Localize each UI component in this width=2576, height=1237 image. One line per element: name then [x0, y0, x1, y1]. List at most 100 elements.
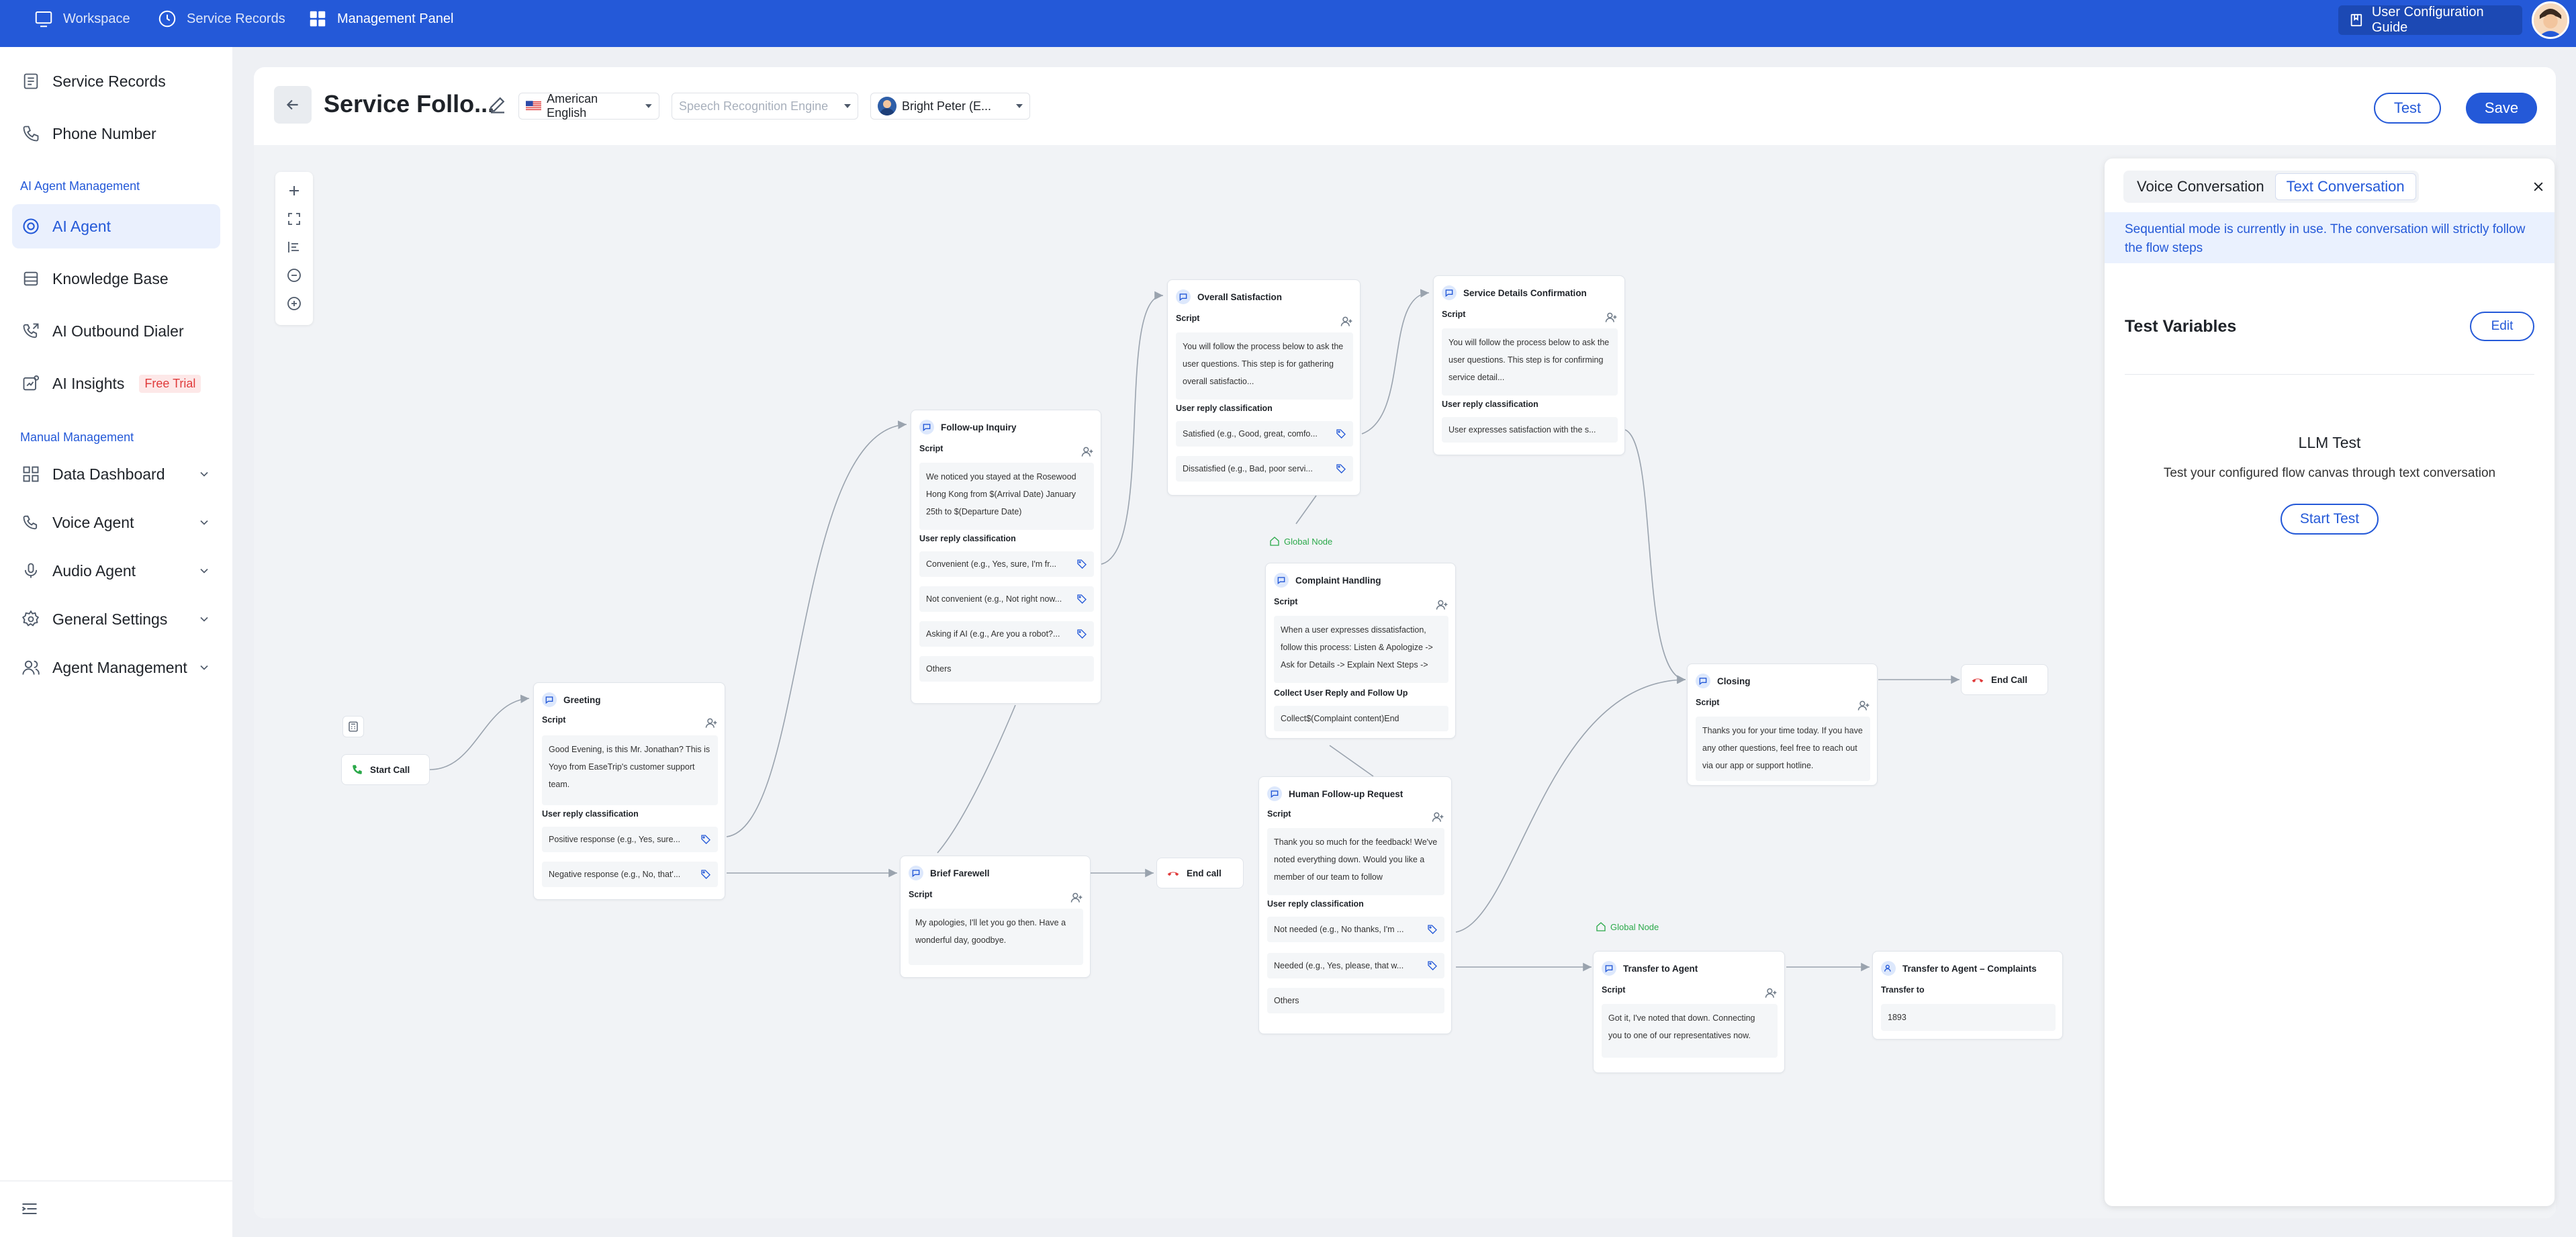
collect-value[interactable]: Collect$(Complaint content)End	[1274, 706, 1448, 731]
script-text: Good Evening, is this Mr. Jonathan? This…	[542, 735, 718, 805]
note-node-icon[interactable]	[342, 716, 364, 737]
node-header: Greeting	[542, 692, 718, 707]
reply-option-text: Asking if AI (e.g., Are you a robot?...	[926, 629, 1060, 639]
reply-option[interactable]: User expresses satisfaction with the s..…	[1442, 417, 1618, 443]
reply-option[interactable]: Convenient (e.g., Yes, sure, I'm fr...	[919, 551, 1094, 577]
classification-label: User reply classification	[919, 534, 1016, 543]
node-title: Brief Farewell	[930, 868, 990, 878]
node-header: Brief Farewell	[909, 866, 1083, 880]
end-call-node[interactable]: End call	[1156, 858, 1244, 888]
edit-button[interactable]: Edit	[2470, 312, 2534, 341]
transfer-complaints-node[interactable]: Transfer to Agent – Complaints Transfer …	[1872, 951, 2063, 1040]
tab-text-conversation[interactable]: Text Conversation	[2274, 173, 2416, 200]
chat-bubble-icon	[1267, 786, 1282, 801]
conversation-tabs: Voice Conversation Text Conversation	[2123, 171, 2419, 203]
global-node-label: Global Node	[1610, 921, 1659, 932]
start-call-node[interactable]: Start Call	[341, 754, 430, 785]
complaint-handling-node[interactable]: Complaint Handling Script When a user ex…	[1265, 563, 1456, 739]
reply-option[interactable]: Not convenient (e.g., Not right now...	[919, 586, 1094, 612]
collect-label: Collect User Reply and Follow Up	[1274, 688, 1408, 698]
tag-icon	[700, 869, 711, 880]
start-call-label: Start Call	[370, 764, 410, 775]
script-label: Script	[1602, 985, 1626, 995]
global-node-tag: Global Node	[1596, 921, 1659, 932]
test-variables-title: Test Variables	[2125, 317, 2237, 336]
reply-option-others[interactable]: Others	[919, 656, 1094, 682]
transfer-to-agent-node[interactable]: Transfer to Agent Script Got it, I've no…	[1593, 951, 1785, 1073]
reply-option[interactable]: Not needed (e.g., No thanks, I'm ...	[1267, 917, 1444, 942]
node-header: Overall Satisfaction	[1176, 289, 1353, 304]
chat-bubble-icon	[909, 866, 923, 880]
transfer-to-label: Transfer to	[1881, 985, 1925, 995]
followup-inquiry-node[interactable]: Follow-up Inquiry Script We noticed you …	[911, 410, 1101, 704]
reply-option[interactable]: Satisfied (e.g., Good, great, comfo...	[1176, 421, 1353, 447]
node-title: Human Follow-up Request	[1289, 788, 1404, 799]
classification-label: User reply classification	[542, 809, 639, 819]
node-title: Follow-up Inquiry	[941, 422, 1017, 432]
tag-icon	[1076, 594, 1087, 604]
add-person-icon[interactable]	[1857, 699, 1870, 713]
node-title: Transfer to Agent – Complaints	[1902, 963, 2037, 974]
reply-option[interactable]: Positive response (e.g., Yes, sure...	[542, 827, 718, 852]
human-followup-node[interactable]: Human Follow-up Request Script Thank you…	[1258, 776, 1452, 1034]
node-title: Greeting	[563, 694, 601, 705]
greeting-node[interactable]: Greeting Script Good Evening, is this Mr…	[533, 682, 725, 900]
tab-voice-conversation[interactable]: Voice Conversation	[2126, 173, 2275, 200]
sequential-mode-notice: Sequential mode is currently in use. The…	[2105, 212, 2555, 263]
reply-option-text: Negative response (e.g., No, that'...	[549, 870, 681, 879]
reply-option-others[interactable]: Others	[1267, 988, 1444, 1013]
end-call-label: End Call	[1991, 674, 2028, 685]
node-title: Closing	[1717, 676, 1751, 686]
add-person-icon[interactable]	[1080, 445, 1094, 459]
node-title: Transfer to Agent	[1623, 963, 1698, 974]
close-icon[interactable]	[2532, 180, 2545, 193]
reply-option[interactable]: Needed (e.g., Yes, please, that w...	[1267, 953, 1444, 978]
add-person-icon[interactable]	[704, 717, 718, 730]
classification-label: User reply classification	[1442, 400, 1538, 409]
chat-bubble-icon	[542, 692, 557, 707]
end-call-node[interactable]: End Call	[1961, 664, 2048, 695]
reply-option-text: Satisfied (e.g., Good, great, comfo...	[1183, 429, 1318, 439]
node-header: Closing	[1696, 674, 1870, 688]
reply-option-text: Others	[1274, 996, 1299, 1005]
start-test-button[interactable]: Start Test	[2281, 504, 2379, 535]
tag-icon	[1076, 559, 1087, 569]
add-person-icon[interactable]	[1435, 598, 1448, 612]
chat-bubble-icon	[1442, 285, 1457, 300]
tag-icon	[1336, 463, 1346, 474]
add-person-icon[interactable]	[1604, 311, 1618, 324]
closing-node[interactable]: Closing Script Thanks you for your time …	[1687, 663, 1878, 786]
tag-icon	[700, 834, 711, 845]
script-label: Script	[1176, 314, 1200, 323]
script-text: We noticed you stayed at the Rosewood Ho…	[919, 463, 1094, 530]
reply-option-text: Others	[926, 664, 952, 674]
add-person-icon[interactable]	[1070, 891, 1083, 905]
phone-green-icon	[351, 764, 363, 776]
reply-option[interactable]: Negative response (e.g., No, that'...	[542, 862, 718, 887]
node-title: Service Details Confirmation	[1463, 287, 1587, 298]
add-person-icon[interactable]	[1764, 987, 1778, 1000]
chat-bubble-icon	[1274, 573, 1289, 588]
reply-option[interactable]: Dissatisfied (e.g., Bad, poor servi...	[1176, 456, 1353, 482]
end-call-label: End call	[1187, 868, 1222, 878]
script-text: My apologies, I'll let you go then. Have…	[909, 909, 1083, 965]
brief-farewell-node[interactable]: Brief Farewell Script My apologies, I'll…	[900, 856, 1091, 978]
transfer-number[interactable]: 1893	[1881, 1004, 2056, 1031]
script-label: Script	[1274, 597, 1298, 606]
add-person-icon[interactable]	[1340, 315, 1353, 328]
reply-option-text: Not convenient (e.g., Not right now...	[926, 594, 1062, 604]
script-label: Script	[909, 890, 933, 899]
llm-test-description: Test your configured flow canvas through…	[2163, 466, 2496, 480]
overall-satisfaction-node[interactable]: Overall Satisfaction Script You will fol…	[1167, 279, 1361, 496]
global-node-label: Global Node	[1284, 536, 1333, 547]
script-text: Thank you so much for the feedback! We'v…	[1267, 828, 1444, 895]
service-details-node[interactable]: Service Details Confirmation Script You …	[1433, 275, 1625, 455]
reply-option[interactable]: Asking if AI (e.g., Are you a robot?...	[919, 621, 1094, 647]
reply-option-text: Positive response (e.g., Yes, sure...	[549, 835, 680, 844]
add-person-icon[interactable]	[1431, 811, 1444, 824]
node-header: Human Follow-up Request	[1267, 786, 1444, 801]
reply-option-text: Dissatisfied (e.g., Bad, poor servi...	[1183, 464, 1313, 473]
home-icon	[1269, 536, 1280, 547]
script-text: When a user expresses dissatisfaction, f…	[1274, 616, 1448, 683]
home-icon	[1596, 921, 1606, 932]
